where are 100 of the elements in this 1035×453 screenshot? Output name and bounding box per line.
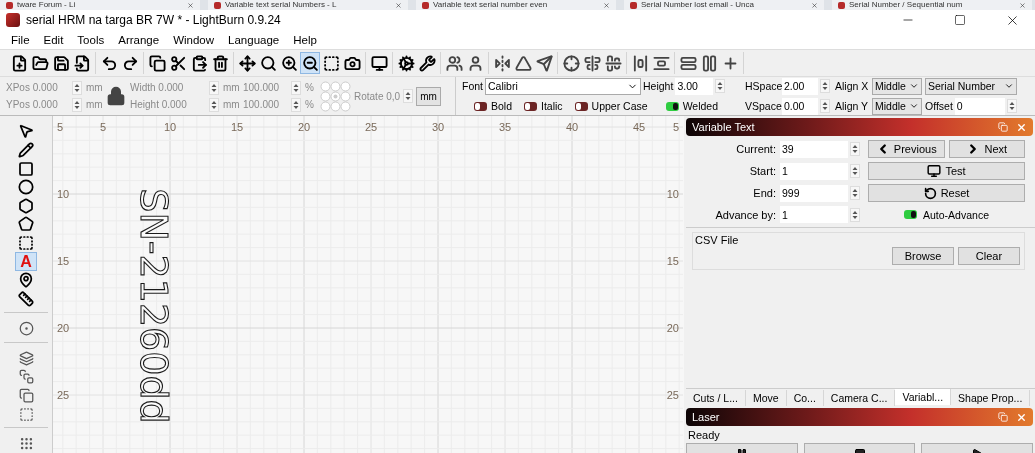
toggle-label: Auto-Advance xyxy=(923,208,989,221)
browser-tab[interactable]: Serial Number / Sequential num xyxy=(832,0,1032,10)
spin-button[interactable] xyxy=(850,142,860,156)
position-field: YPos 0.000 xyxy=(6,99,72,110)
spin-button[interactable] xyxy=(820,79,830,93)
menu-item[interactable]: Help xyxy=(286,33,324,46)
stretch-horizontal-icon xyxy=(679,54,697,72)
zoom-in-icon xyxy=(280,54,298,72)
align-x-dropdown[interactable]: Middle xyxy=(872,77,922,95)
dashed-frame-icon xyxy=(322,54,340,72)
spin-button[interactable] xyxy=(1006,99,1017,113)
zoom-out-icon xyxy=(301,54,319,72)
group-title: CSV File xyxy=(694,233,740,247)
menu-item[interactable]: File xyxy=(4,33,37,46)
dock-tab[interactable]: Variabl... xyxy=(895,389,952,405)
reset-arrow-icon xyxy=(923,186,937,200)
offset-field[interactable]: 0 xyxy=(954,97,1005,115)
align-y-label: Align Y xyxy=(835,100,870,112)
toggle-switch[interactable] xyxy=(665,101,679,111)
size-field: Width 0.000 xyxy=(130,82,184,93)
csv-button[interactable]: Browse xyxy=(892,247,954,265)
maximize-icon xyxy=(954,14,966,26)
close-icon xyxy=(811,1,818,9)
ruler-label: 20 xyxy=(666,322,679,334)
rectangle-icon xyxy=(18,160,34,177)
unit-label: mm xyxy=(223,82,241,93)
spin-button[interactable] xyxy=(850,207,860,222)
ruler-label: 15 xyxy=(666,255,679,267)
unit-label: mm xyxy=(223,99,241,110)
menu-item[interactable]: Tools xyxy=(70,33,112,46)
toggle-label: Welded xyxy=(682,100,719,112)
align-center-button[interactable] xyxy=(582,52,602,74)
previous-button[interactable]: Previous xyxy=(868,140,945,158)
undock-icon[interactable] xyxy=(998,412,1008,422)
number-field[interactable]: 1 xyxy=(780,206,848,223)
undock-icon[interactable] xyxy=(998,122,1008,132)
number-field[interactable]: 1 xyxy=(780,162,848,180)
spin-button[interactable] xyxy=(820,99,830,113)
pencil-icon xyxy=(18,141,34,158)
align-y-dropdown[interactable]: Middle xyxy=(872,97,922,115)
ruler-label: 15 xyxy=(57,255,70,267)
toggle-label: Bold xyxy=(491,100,512,112)
menu-item[interactable]: Window xyxy=(166,33,222,46)
toggle-switch[interactable] xyxy=(574,101,588,111)
scale-field: 100.000 xyxy=(243,82,291,93)
browser-tab[interactable]: Variable text serial number even xyxy=(416,0,616,10)
move-arrows-button[interactable] xyxy=(237,52,257,74)
dashed-frame-icon xyxy=(18,235,34,252)
status-text: Ready xyxy=(687,428,721,443)
spin-button[interactable] xyxy=(850,186,860,200)
font-dropdown[interactable]: Calibri xyxy=(485,77,641,95)
position-field: XPos 0.000 xyxy=(6,82,72,93)
ruler-label: 5 xyxy=(57,121,64,133)
browser-tab[interactable]: Variable text serial Numbers - L xyxy=(208,0,408,10)
toggle-switch[interactable] xyxy=(904,210,917,219)
height-field[interactable]: 3.00 xyxy=(675,77,714,95)
browser-tab[interactable]: tware Forum - Li xyxy=(0,0,200,10)
next-button[interactable]: Next xyxy=(948,140,1025,158)
map-pin-icon xyxy=(18,272,34,289)
flip-button[interactable] xyxy=(492,52,512,74)
close-icon[interactable] xyxy=(1016,121,1027,133)
spin-button[interactable] xyxy=(715,79,726,93)
test-button[interactable]: Test xyxy=(868,162,1025,180)
import-button[interactable] xyxy=(72,52,92,74)
zoom-out-button[interactable] xyxy=(300,52,320,74)
ruler-label: 30 xyxy=(431,121,445,133)
hspace-field[interactable]: 2.00 xyxy=(782,77,818,95)
design-canvas[interactable]: 5 5 10 15 20 25 30 35 40 45 5 10 10 15 15 20 20 25 25 SN-21260dd xyxy=(53,116,683,453)
number-field[interactable]: 999 xyxy=(780,184,848,202)
menu-item[interactable]: Language xyxy=(221,33,287,46)
text-mode-dropdown[interactable]: Serial Number xyxy=(925,77,1017,95)
browser-tab[interactable]: Serial Number lost email - Unca xyxy=(624,0,824,10)
wrench-button[interactable] xyxy=(417,52,437,74)
ruler-label: 5 xyxy=(672,121,679,133)
toggle-switch[interactable] xyxy=(524,101,537,111)
csv-button[interactable]: Clear xyxy=(958,247,1020,265)
align-middle-button[interactable] xyxy=(603,52,623,74)
offset-label: Offset xyxy=(925,100,953,112)
settings-button[interactable] xyxy=(396,52,416,74)
ruler-label: 40 xyxy=(565,121,579,133)
toggle-switch[interactable] xyxy=(474,101,487,111)
spin-button[interactable] xyxy=(850,164,860,178)
vspace-field[interactable]: 0.00 xyxy=(782,97,818,115)
monitor-icon xyxy=(370,54,388,72)
ruler-label: 15 xyxy=(230,121,244,133)
toggle-label: Italic xyxy=(541,100,563,112)
trash-button[interactable] xyxy=(210,52,230,74)
text-tool[interactable]: A xyxy=(15,252,37,271)
field-label: Start: xyxy=(748,165,776,177)
reset-button[interactable]: Reset xyxy=(868,184,1025,202)
zoom-icon xyxy=(259,54,277,72)
close-icon[interactable] xyxy=(1016,411,1027,423)
camera-icon xyxy=(343,54,361,72)
copy-button[interactable] xyxy=(147,52,167,74)
hexagon-icon xyxy=(18,197,34,214)
crosshair-button[interactable] xyxy=(561,52,581,74)
menu-item[interactable]: Arrange xyxy=(111,33,167,46)
menu-item[interactable]: Edit xyxy=(36,33,71,46)
pencil-tool[interactable] xyxy=(15,140,37,160)
number-field[interactable]: 39 xyxy=(780,140,848,158)
